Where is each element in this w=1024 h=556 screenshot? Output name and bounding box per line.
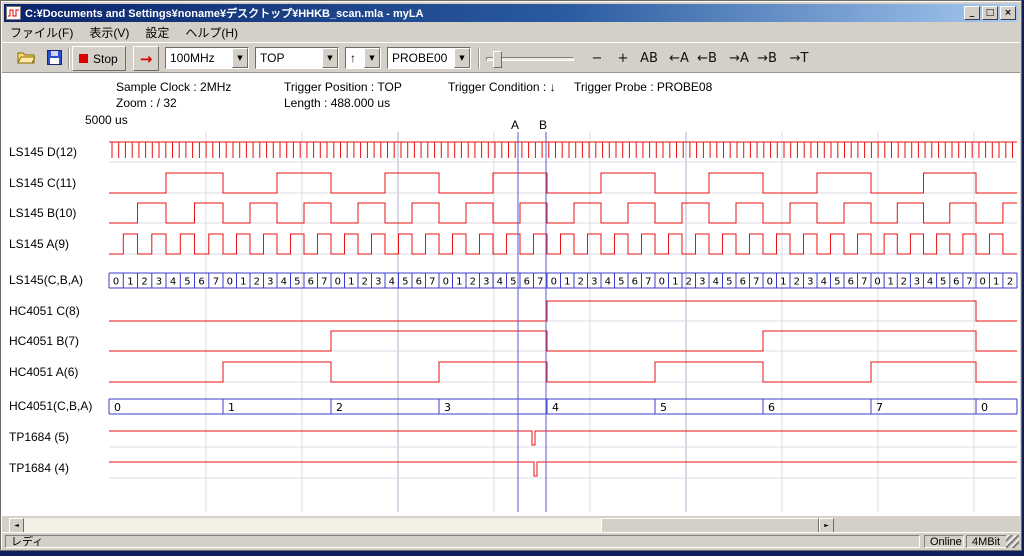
trigger-position-combobox-value: TOP [256,48,322,68]
clock-combobox-value: 100MHz [166,48,232,68]
channel-label-hc4051-a-6: HC4051 A(6) [9,365,78,379]
trigger-direction-combobox-value: ↑ [346,48,364,68]
status-online-badge: Online [924,535,964,548]
status-bar: レディ Online 4MBit [2,532,1020,549]
zoom-slider[interactable] [486,57,574,61]
trigger-position-info: Trigger Position : TOP [284,80,402,94]
run-button[interactable]: → [133,46,159,71]
trigger-probe-info: Trigger Probe : PROBE08 [574,80,712,94]
menu-item-0[interactable]: ファイル(F) [2,22,81,43]
scrollbar-thumb[interactable] [601,518,819,533]
toolbar-separator [68,48,70,69]
toolbar-separator [478,48,480,69]
channel-label-ls145-a-9: LS145 A(9) [9,237,69,251]
app-icon [6,6,21,20]
maximize-button[interactable]: □ [982,6,998,20]
cursor-a-label[interactable]: A [511,118,519,132]
dropdown-arrow-icon[interactable]: ▼ [454,48,470,68]
sample-clock-info: Sample Clock : 2MHz [116,80,231,94]
scroll-left-button[interactable]: ◄ [9,518,24,533]
title-bar: C:¥Documents and Settings¥noname¥デスクトップ¥… [4,4,1018,22]
menu-bar: ファイル(F)表示(V)設定ヘルプ(H) [2,23,1020,42]
menu-item-3[interactable]: ヘルプ(H) [177,22,246,43]
zoom-info: Zoom : / 32 [116,96,177,110]
trigger-position-combobox[interactable]: TOP ▼ [255,47,339,69]
channel-label-ls145-c-11: LS145 C(11) [9,176,76,190]
cursor-b-label[interactable]: B [539,118,547,132]
probe-combobox[interactable]: PROBE00 ▼ [387,47,471,69]
scroll-right-button[interactable]: ► [819,518,834,533]
dropdown-arrow-icon[interactable]: ▼ [364,48,380,68]
horizontal-scrollbar[interactable]: ◄ ► [9,518,834,533]
open-button[interactable] [14,47,38,70]
channel-label-tp1684-5: TP1684 (5) [9,430,69,444]
app-window: C:¥Documents and Settings¥noname¥デスクトップ¥… [0,0,1022,551]
status-memory-badge: 4MBit [966,535,1008,548]
save-floppy-icon [47,50,62,65]
stop-square-icon [79,54,88,63]
cursor-b-prev-button[interactable]: ←B [694,47,720,70]
cursor-a-next-button[interactable]: →A [726,47,752,70]
clock-combobox[interactable]: 100MHz ▼ [165,47,249,69]
menu-item-2[interactable]: 設定 [137,22,177,43]
zoom-in-button[interactable]: + [610,47,636,70]
waveform-background [2,73,1020,516]
status-ready-text: レディ [5,535,920,548]
dropdown-arrow-icon[interactable]: ▼ [322,48,338,68]
dropdown-arrow-icon[interactable]: ▼ [232,48,248,68]
open-folder-icon [17,50,35,64]
cursor-a-prev-button[interactable]: ←A [666,47,692,70]
stop-button[interactable]: Stop [72,46,126,71]
channel-label-hc4051-c-8: HC4051 C(8) [9,304,80,318]
trigger-condition-info: Trigger Condition : ↓ [448,80,556,94]
goto-trigger-button[interactable]: →T [786,47,812,70]
minimize-button[interactable]: _ [964,6,980,20]
time-axis-label: 5000 us [85,113,128,127]
window-title: C:¥Documents and Settings¥noname¥デスクトップ¥… [25,5,962,21]
save-button[interactable] [42,47,66,70]
probe-combobox-value: PROBE00 [388,48,454,68]
channel-label-tp1684-4: TP1684 (4) [9,461,69,475]
channel-label-hc4051-c-b-a: HC4051(C,B,A) [9,399,92,413]
zoom-out-button[interactable]: − [584,47,610,70]
channel-label-ls145-b-10: LS145 B(10) [9,206,76,220]
stop-button-label: Stop [93,52,118,66]
zoom-slider-thumb[interactable] [493,51,502,68]
close-button[interactable]: × [1000,6,1016,20]
menu-item-1[interactable]: 表示(V) [81,22,137,43]
trigger-direction-combobox[interactable]: ↑ ▼ [345,47,381,69]
cursor-b-next-button[interactable]: →B [754,47,780,70]
channel-label-hc4051-b-7: HC4051 B(7) [9,334,79,348]
resize-grip[interactable] [1006,535,1019,548]
channel-label-ls145-d-12: LS145 D(12) [9,145,77,159]
ab-cursor-button[interactable]: AB [636,47,662,70]
channel-label-ls145-c-b-a: LS145(C,B,A) [9,273,83,287]
toolbar: Stop → 100MHz ▼ TOP ▼ ↑ ▼ PROBE00 ▼ −+AB… [2,42,1020,73]
length-info: Length : 488.000 us [284,96,390,110]
